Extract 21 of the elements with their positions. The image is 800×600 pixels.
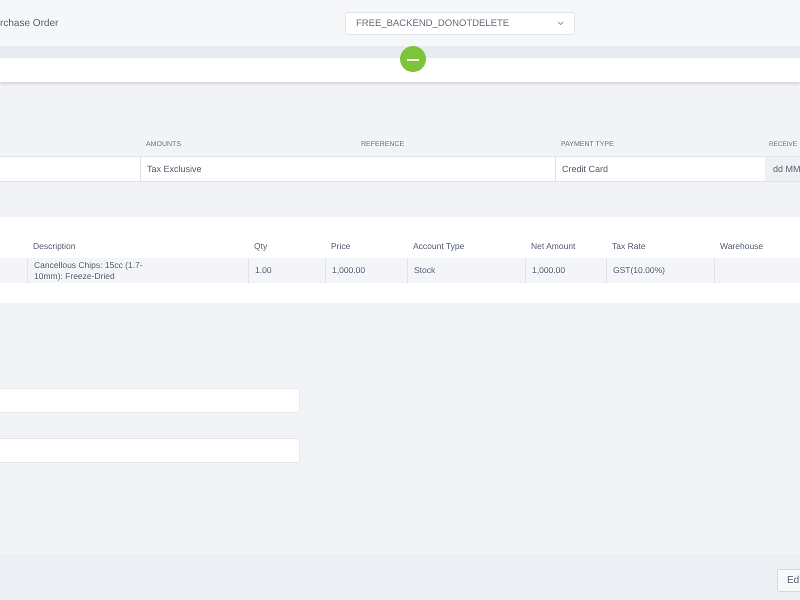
column-header: Tax Rate [611,240,647,250]
edit-button[interactable]: Ed [777,568,800,592]
table-cell: 1.00 [248,258,325,283]
column-header: Net Amount [530,240,576,250]
input-field[interactable] [0,388,300,413]
table-cell: Stock [407,258,525,283]
column-header: Price [330,240,352,250]
field-value: Tax Exclusive [140,157,355,181]
table-cell: Cancellous Chips: 15cc (1.7-10mm): Freeze-Dried [27,258,248,283]
table-cell: 1,000.00 [325,258,407,283]
column-header: Account Type [412,240,466,250]
chevron-down-icon [557,20,564,26]
column-header: Description [32,240,77,250]
page-title: rchase Order [0,18,60,28]
table-cell: GST(10.00%) [606,258,714,283]
organisation-select[interactable]: FREE_BACKEND_DONOTDELETE [345,12,575,34]
table-cell: 1,000.00 [525,258,606,283]
column-header: Warehouse [719,240,764,250]
input-field[interactable] [0,438,300,463]
column-header: Qty [253,240,268,250]
date-field[interactable]: dd MM [765,157,800,181]
